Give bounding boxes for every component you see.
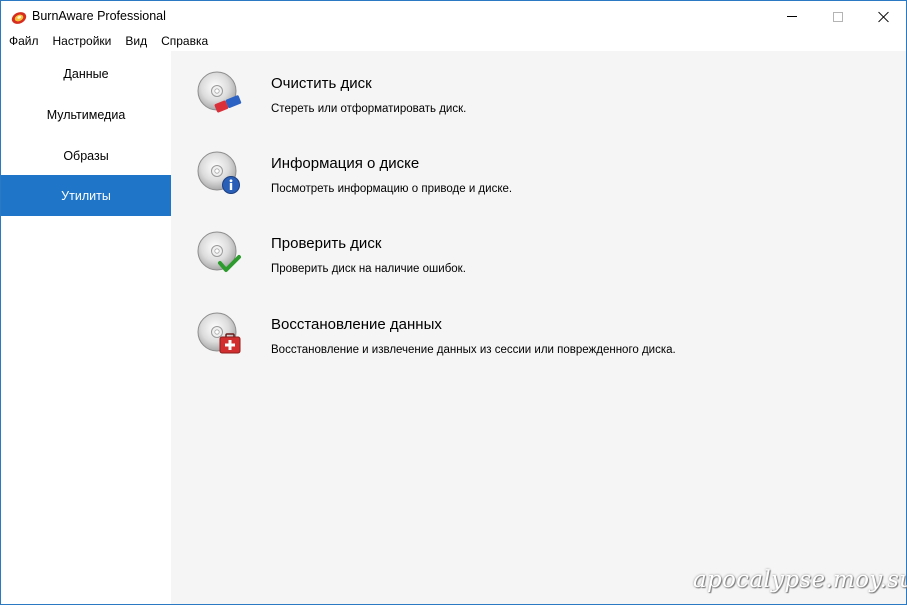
title-bar[interactable]: BurnAware Professional bbox=[1, 1, 906, 32]
tool-disc-info[interactable]: Информация о диске Посмотреть информацию… bbox=[193, 149, 793, 213]
sidebar-item-data[interactable]: Данные bbox=[1, 53, 171, 94]
sidebar-item-multimedia[interactable]: Мультимедиа bbox=[1, 94, 171, 135]
window-title: BurnAware Professional bbox=[32, 9, 166, 23]
tool-description: Проверить диск на наличие ошибок. bbox=[271, 263, 466, 275]
sidebar-item-images[interactable]: Образы bbox=[1, 135, 171, 176]
tool-description: Стереть или отформатировать диск. bbox=[271, 103, 467, 115]
menu-file[interactable]: Файл bbox=[1, 32, 46, 51]
burnaware-flame-icon bbox=[11, 12, 27, 24]
menu-help[interactable]: Справка bbox=[154, 32, 215, 51]
disc-check-icon bbox=[197, 231, 241, 272]
tool-title: Проверить диск bbox=[271, 235, 382, 252]
tools-panel: Очистить диск Стереть или отформатироват… bbox=[171, 51, 906, 604]
sidebar-item-utilities[interactable]: Утилиты bbox=[1, 175, 171, 216]
tool-verify-disc[interactable]: Проверить диск Проверить диск на наличие… bbox=[193, 229, 793, 293]
tool-description: Посмотреть информацию о приводе и диске. bbox=[271, 183, 513, 195]
disc-info-icon bbox=[197, 151, 240, 194]
minimize-button[interactable] bbox=[769, 1, 815, 32]
menu-bar: Файл Настройки Вид Справка bbox=[1, 32, 906, 51]
tool-description: Восстановление и извлечение данных из се… bbox=[271, 344, 676, 356]
app-window: BurnAware Professional Файл Настройки Ви… bbox=[0, 0, 907, 605]
watermark-text: apocalypse.moy.su bbox=[693, 567, 907, 593]
tool-data-recovery[interactable]: Восстановление данных Восстановление и и… bbox=[193, 310, 793, 374]
tool-erase-disc[interactable]: Очистить диск Стереть или отформатироват… bbox=[193, 69, 793, 133]
tool-title: Информация о диске bbox=[271, 155, 420, 172]
maximize-icon bbox=[833, 11, 843, 22]
close-button[interactable] bbox=[861, 1, 907, 32]
minimize-icon bbox=[787, 16, 797, 17]
disc-recovery-icon bbox=[197, 312, 241, 354]
menu-view[interactable]: Вид bbox=[118, 32, 154, 51]
close-icon bbox=[878, 11, 890, 23]
maximize-button[interactable] bbox=[815, 1, 861, 32]
menu-settings[interactable]: Настройки bbox=[46, 32, 119, 51]
tool-title: Восстановление данных bbox=[271, 316, 442, 333]
disc-eraser-icon bbox=[197, 71, 242, 113]
tool-title: Очистить диск bbox=[271, 75, 372, 92]
category-sidebar: Данные Мультимедиа Образы Утилиты bbox=[1, 51, 171, 604]
